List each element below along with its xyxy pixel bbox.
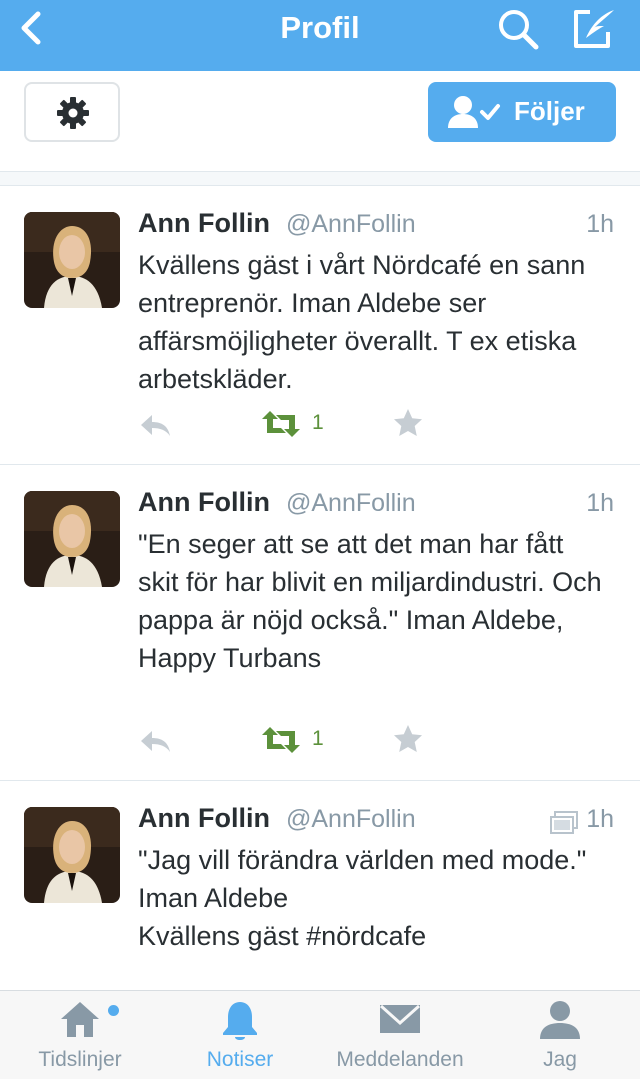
tweet-text-line: "Jag vill förändra världen med mode." (138, 845, 587, 875)
tweet-author-handle: @AnnFollin (286, 489, 416, 517)
avatar[interactable] (24, 212, 120, 308)
tab-me[interactable]: Jag (480, 991, 640, 1079)
tweet-text: "En seger att se att det man har fått sk… (138, 529, 602, 673)
tweet-timestamp: 1h (586, 210, 614, 238)
tweet-author-name[interactable]: Ann Follin (138, 208, 270, 239)
tweet-actions: 1 (138, 407, 438, 447)
tweet-actions: 1 (138, 723, 438, 763)
retweet-count: 1 (312, 727, 324, 750)
retweet-icon[interactable] (260, 409, 302, 439)
star-icon[interactable] (392, 407, 424, 439)
retweet-count: 1 (312, 411, 324, 434)
back-button[interactable] (14, 8, 50, 48)
media-icon (550, 811, 578, 834)
tweet-timestamp: 1h (586, 489, 614, 517)
avatar[interactable] (24, 491, 120, 587)
new-content-dot (108, 1005, 119, 1016)
tweet[interactable]: Ann Follin @AnnFollin 1h Kvällens gäst i… (0, 186, 640, 465)
section-divider (0, 171, 640, 186)
avatar[interactable] (24, 807, 120, 903)
reply-icon[interactable] (138, 727, 172, 755)
following-label: Följer (514, 96, 585, 126)
user-check-icon (448, 96, 500, 128)
search-button[interactable] (494, 6, 542, 52)
navigation-bar: Profil (0, 0, 640, 71)
tweet-timestamp: 1h (586, 805, 614, 833)
settings-button[interactable] (24, 82, 120, 142)
tab-notifications[interactable]: Notiser (160, 991, 320, 1079)
tweet-author-handle: @AnnFollin (286, 805, 416, 833)
tweet-text: Kvällens gäst i vårt Nördcafé en sann en… (138, 250, 586, 394)
envelope-icon (379, 1004, 421, 1033)
compose-icon (574, 10, 614, 48)
tweet[interactable]: Ann Follin @AnnFollin 1h "En seger att s… (0, 465, 640, 781)
search-icon (499, 10, 539, 50)
reply-icon[interactable] (138, 411, 172, 439)
tab-label: Meddelanden (336, 1048, 464, 1071)
home-icon (61, 1002, 99, 1037)
following-button[interactable]: Följer (428, 82, 616, 142)
tweet[interactable]: Ann Follin @AnnFollin 1h "Jag vill förän… (0, 781, 640, 990)
tweet-text-line: Kvällens gäst #nördcafe (138, 921, 427, 951)
retweet-icon[interactable] (260, 725, 302, 755)
tweet-author-name[interactable]: Ann Follin (138, 803, 270, 834)
tweet-author-handle: @AnnFollin (286, 210, 416, 238)
tab-messages[interactable]: Meddelanden (320, 991, 480, 1079)
tab-label: Notiser (206, 1048, 274, 1071)
person-icon (540, 1001, 580, 1039)
tab-label: Tidslinjer (38, 1048, 122, 1071)
compose-button[interactable] (568, 4, 620, 54)
tweet-author-name[interactable]: Ann Follin (138, 487, 270, 518)
star-icon[interactable] (392, 723, 424, 755)
profile-action-bar: Följer (0, 71, 640, 171)
tab-label: Jag (543, 1048, 577, 1071)
tweet-text-line: Iman Aldebe (138, 883, 289, 913)
page-title: Profil (280, 10, 360, 45)
tweet-text: "Jag vill förändra världen med mode." Im… (138, 841, 608, 955)
bell-icon (223, 1002, 257, 1040)
gear-icon (57, 97, 89, 129)
tab-bar: Tidslinjer Notiser Meddelanden Jag (0, 990, 640, 1079)
chevron-left-icon (21, 11, 41, 45)
tab-timelines[interactable]: Tidslinjer (0, 991, 160, 1079)
